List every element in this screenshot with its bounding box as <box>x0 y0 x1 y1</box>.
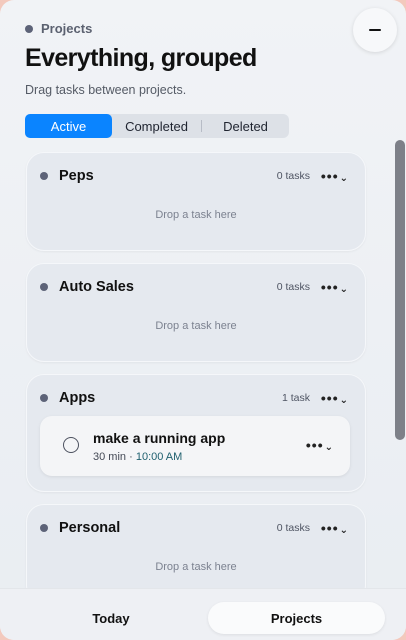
breadcrumb-label: Projects <box>41 21 93 36</box>
project-header: Peps <box>40 168 94 184</box>
scrollbar[interactable] <box>394 140 406 588</box>
circle-checkbox-icon[interactable] <box>63 437 79 453</box>
project-dot-icon <box>40 172 48 180</box>
ellipsis-icon: ••• <box>320 520 339 536</box>
project-task-count: 0 tasks <box>276 281 310 293</box>
task-menu-button[interactable]: •••⌄ <box>306 437 334 453</box>
project-title: Peps <box>59 168 94 184</box>
project-task-count: 0 tasks <box>276 170 310 182</box>
drop-zone[interactable]: Drop a task here <box>27 561 365 573</box>
project-card-apps[interactable]: Apps 1 task •••⌄ make a running app 30 m… <box>26 374 366 492</box>
page-title: Everything, grouped <box>25 44 257 72</box>
filter-tab-deleted[interactable]: Deleted <box>202 114 289 138</box>
project-header: Personal <box>40 520 120 536</box>
status-filter: Active Completed Deleted <box>25 114 289 138</box>
project-title: Auto Sales <box>59 279 134 295</box>
project-title: Apps <box>59 390 96 406</box>
project-title: Personal <box>59 520 121 536</box>
ellipsis-icon: ••• <box>320 279 339 295</box>
task-title: make a running app <box>93 430 226 446</box>
scrollbar-thumb[interactable] <box>395 140 405 440</box>
project-task-count: 1 task <box>281 392 310 404</box>
project-menu-button[interactable]: •••⌄ <box>321 390 349 406</box>
page-subtitle: Drag tasks between projects. <box>25 83 187 97</box>
chevron-down-icon: ⌄ <box>324 442 334 453</box>
project-menu-button[interactable]: •••⌄ <box>321 520 349 536</box>
nav-today[interactable]: Today <box>26 602 196 634</box>
project-card-peps[interactable]: Peps 0 tasks •••⌄ Drop a task here <box>26 152 366 251</box>
minus-icon <box>369 29 381 31</box>
project-dot-icon <box>40 283 48 291</box>
project-list: Peps 0 tasks •••⌄ Drop a task here Auto … <box>0 150 390 588</box>
chevron-down-icon: ⌄ <box>339 395 349 406</box>
project-dot-icon <box>40 394 48 402</box>
project-card-auto-sales[interactable]: Auto Sales 0 tasks •••⌄ Drop a task here <box>26 263 366 362</box>
ellipsis-icon: ••• <box>320 168 339 184</box>
minimize-button[interactable] <box>353 8 397 52</box>
ellipsis-icon: ••• <box>305 437 324 453</box>
task-meta-separator: · <box>129 451 133 463</box>
task-meta: 30 min · 10:00 AM <box>93 451 182 463</box>
project-header: Auto Sales <box>40 279 134 295</box>
filter-tab-completed[interactable]: Completed <box>112 114 201 138</box>
chevron-down-icon: ⌄ <box>339 525 349 536</box>
bottom-navigation: Today Projects <box>0 588 406 640</box>
task-time: 10:00 AM <box>135 451 183 463</box>
ellipsis-icon: ••• <box>320 390 339 406</box>
filter-tab-active[interactable]: Active <box>25 114 112 138</box>
task-duration: 30 min <box>93 451 127 463</box>
breadcrumb-dot-icon <box>25 24 33 33</box>
breadcrumb: Projects <box>25 21 92 36</box>
project-menu-button[interactable]: •••⌄ <box>321 168 349 184</box>
project-menu-button[interactable]: •••⌄ <box>321 279 349 295</box>
project-header: Apps <box>40 390 95 406</box>
app-window: Projects Everything, grouped Drag tasks … <box>0 0 406 640</box>
chevron-down-icon: ⌄ <box>339 173 349 184</box>
drop-zone[interactable]: Drop a task here <box>27 320 365 332</box>
project-task-count: 0 tasks <box>276 522 310 534</box>
nav-projects[interactable]: Projects <box>208 602 385 634</box>
task-card[interactable]: make a running app 30 min · 10:00 AM •••… <box>40 416 350 476</box>
project-card-personal[interactable]: Personal 0 tasks •••⌄ Drop a task here <box>26 504 366 588</box>
project-dot-icon <box>40 524 48 532</box>
chevron-down-icon: ⌄ <box>339 284 349 295</box>
drop-zone[interactable]: Drop a task here <box>27 209 365 221</box>
